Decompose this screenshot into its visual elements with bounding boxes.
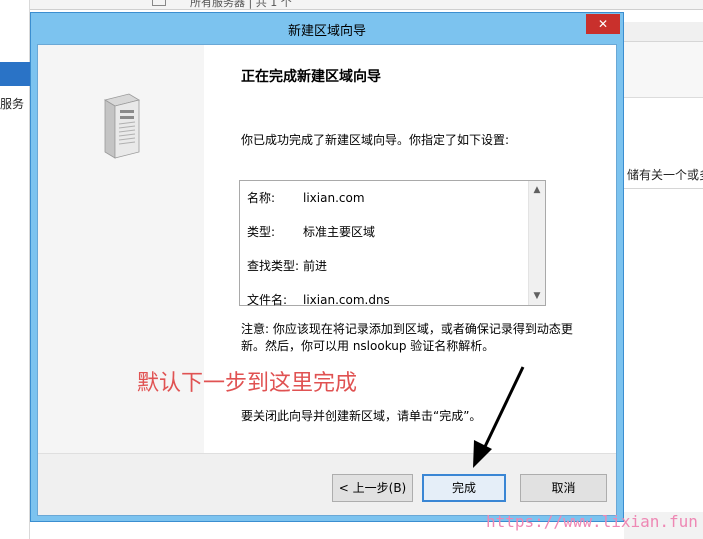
annotation-arrow-icon <box>473 366 525 468</box>
watermark-url: https://www.lixian.fun <box>486 512 698 531</box>
